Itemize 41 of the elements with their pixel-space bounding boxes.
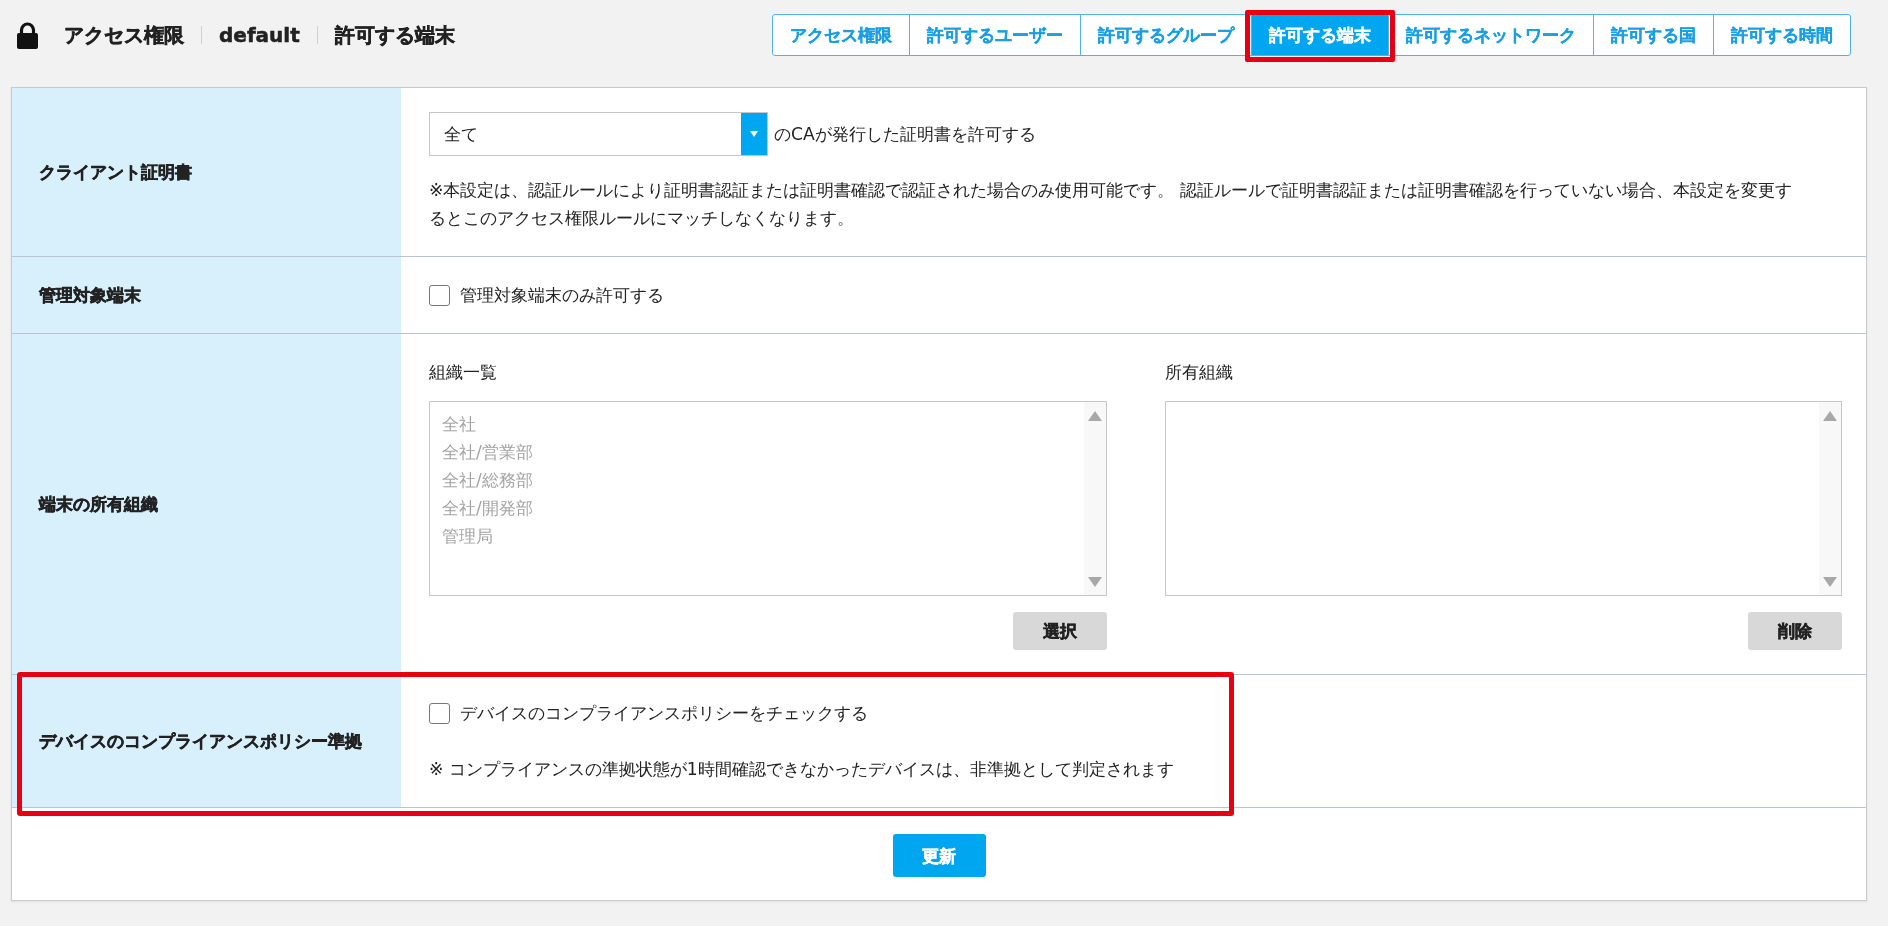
tab[interactable]: 許可する時間 [1713, 14, 1851, 56]
select-button[interactable]: 選択 [1012, 612, 1107, 650]
list-item[interactable]: 全社 [442, 410, 476, 438]
list-item[interactable]: 全社/営業部 [442, 438, 533, 466]
tab[interactable]: 許可するユーザー [909, 14, 1081, 56]
list-item[interactable]: 管理局 [442, 522, 493, 550]
checkbox[interactable] [429, 284, 450, 306]
page-title: アクセス権限 [64, 22, 184, 49]
setting-label: クライアント証明書 [12, 88, 401, 256]
scrollbar[interactable] [1819, 402, 1841, 595]
organization-listbox[interactable]: 全社 全社/営業部 全社/総務部 全社/開発部 管理局 [429, 401, 1107, 596]
list-item[interactable]: 全社/総務部 [442, 466, 533, 494]
scrollbar[interactable] [1083, 402, 1106, 595]
checkbox-label[interactable]: デバイスのコンプライアンスポリシーをチェックする [460, 699, 868, 727]
up-triangle-icon[interactable] [1087, 411, 1102, 421]
tab[interactable]: 許可する端末 [1251, 14, 1389, 56]
note-text: ※本設定は、認証ルールにより証明書認証または証明書確認で認証された場合のみ使用可能です。 認証ルールで証明書認証または証明書確認を行っていない場合、本設定を変更するとこのアクセス権限ルールにマッチしなくなります。 [429, 179, 1793, 230]
tab[interactable]: 許可する国 [1593, 14, 1714, 56]
setting-label: デバイスのコンプライアンスポリシー準拠 [12, 675, 401, 807]
checkbox-label[interactable]: 管理対象端末のみ許可する [460, 281, 664, 309]
checkbox[interactable] [429, 702, 450, 724]
profile-name: default [219, 22, 300, 49]
tab[interactable]: 許可するネットワーク [1388, 14, 1594, 56]
lock-icon [16, 21, 39, 49]
update-button[interactable]: 更新 [892, 834, 986, 877]
list-heading: 所有組織 [1164, 361, 1233, 384]
delete-button[interactable]: 削除 [1748, 612, 1842, 650]
tab[interactable]: 許可するグループ [1080, 14, 1252, 56]
up-triangle-icon[interactable] [1823, 411, 1837, 421]
setting-label: 端末の所有組織 [12, 334, 401, 674]
list-item[interactable]: 全社/開発部 [442, 494, 533, 522]
tab[interactable]: アクセス権限 [772, 14, 910, 56]
list-heading: 組織一覧 [429, 361, 497, 384]
dropdown-caret-icon[interactable] [741, 113, 767, 155]
note-text: ※ コンプライアンスの準拠状態が1時間確認できなかったデバイスは、非準拠として判定されます [429, 758, 1175, 781]
setting-label: 管理対象端末 [12, 257, 401, 333]
down-triangle-icon[interactable] [1087, 577, 1102, 587]
section-title: 許可する端末 [334, 22, 455, 49]
select-suffix-text: のCAが発行した証明書を許可する [774, 123, 1036, 146]
ca-select[interactable]: 全て [429, 112, 768, 156]
down-triangle-icon[interactable] [1823, 577, 1837, 587]
